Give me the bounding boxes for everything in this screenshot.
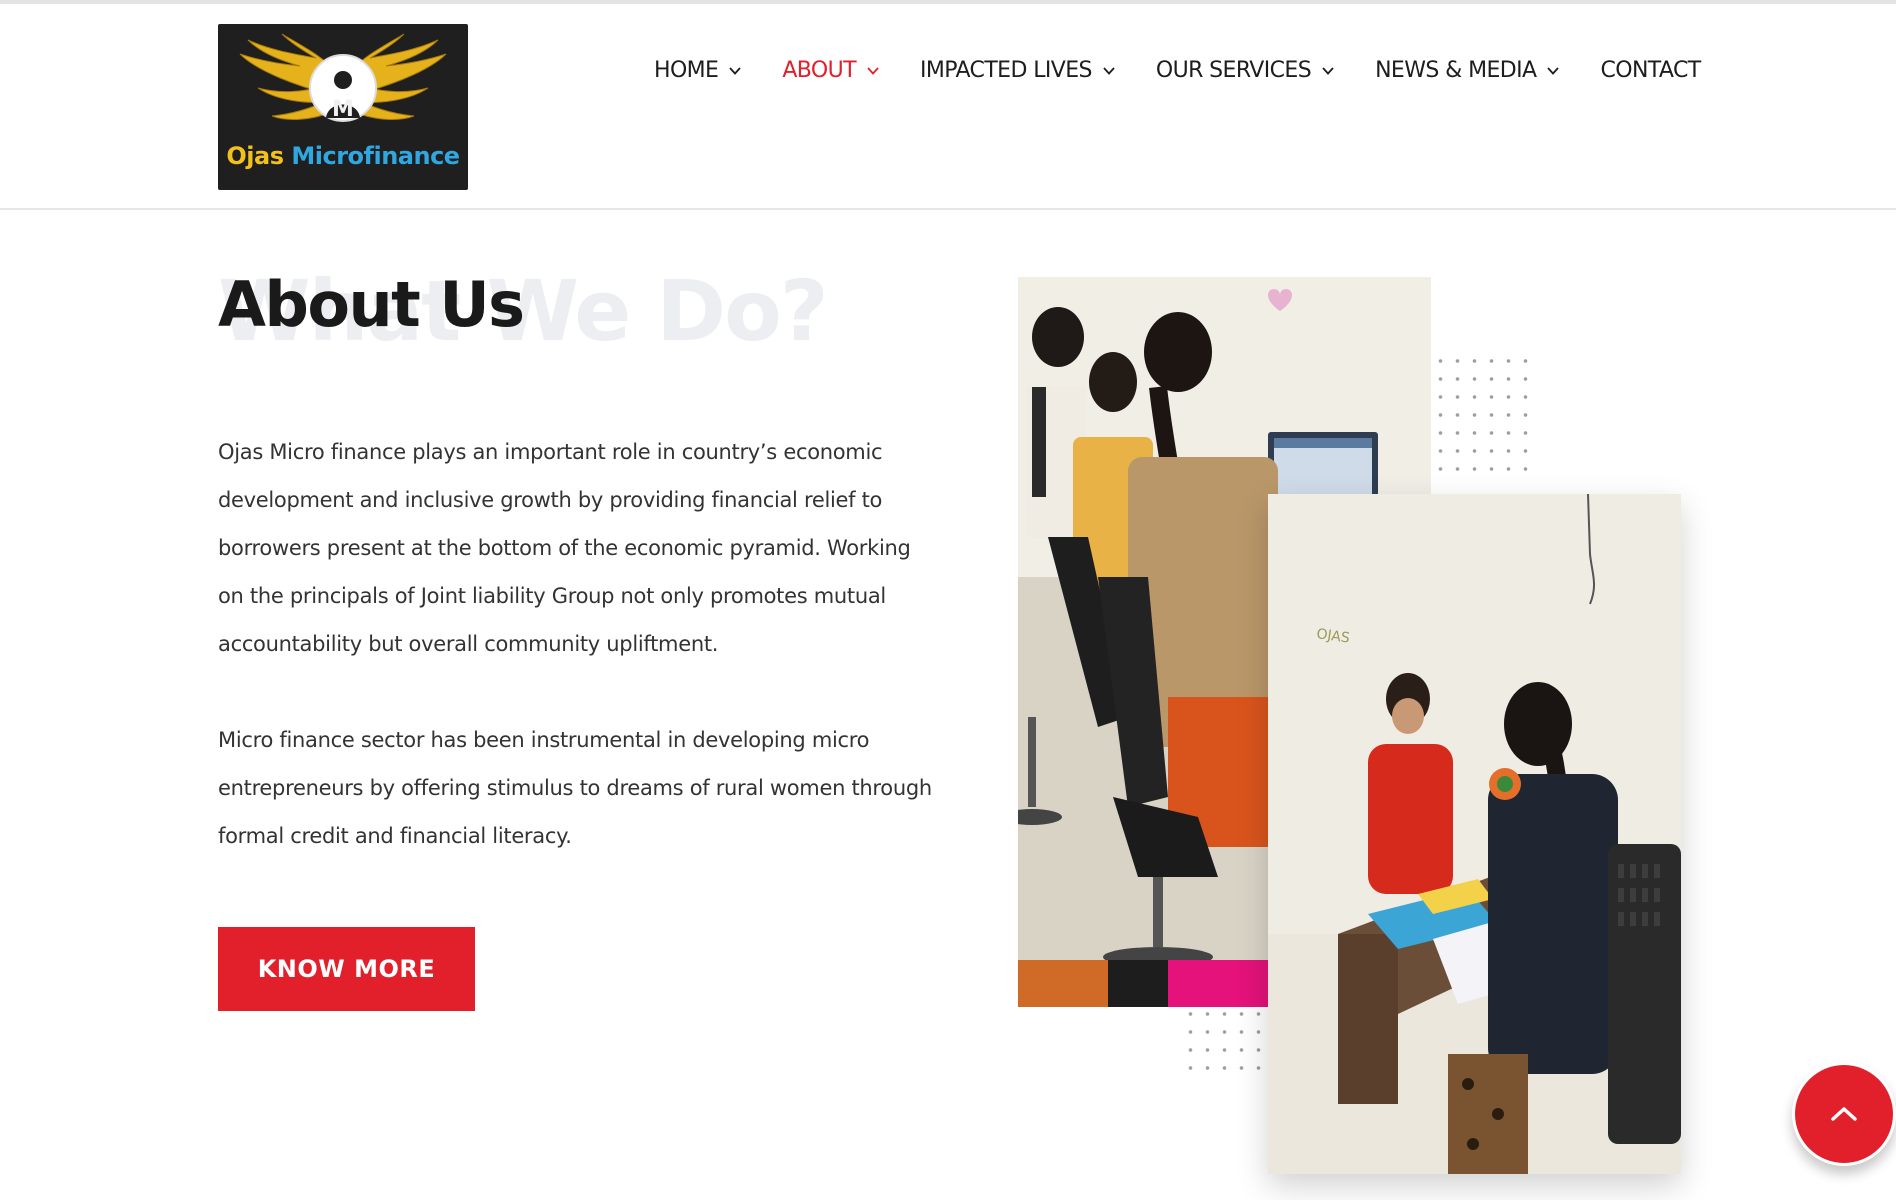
chevron-up-icon — [1831, 1107, 1857, 1121]
nav-label-about: ABOUT — [782, 58, 856, 83]
nav-label-news-media: NEWS & MEDIA — [1375, 58, 1537, 83]
main-nav: HOME ABOUT IMPACTED LIVES OUR SERVICES N… — [654, 58, 1701, 83]
scroll-to-top-button[interactable] — [1792, 1062, 1896, 1166]
chevron-down-icon — [1546, 64, 1560, 78]
nav-item-our-services[interactable]: OUR SERVICES — [1156, 58, 1335, 83]
nav-label-impacted-lives: IMPACTED LIVES — [919, 58, 1092, 83]
about-paragraph-1: Ojas Micro finance plays an important ro… — [218, 440, 911, 656]
consultation-photo: OJAS — [1268, 494, 1681, 1174]
chevron-down-icon — [866, 64, 880, 78]
nav-item-news-media[interactable]: NEWS & MEDIA — [1375, 58, 1560, 83]
decorative-dot-grid — [1432, 352, 1532, 482]
chevron-down-icon — [1321, 64, 1335, 78]
chevron-down-icon — [728, 64, 742, 78]
about-paragraph-2: Micro finance sector has been instrument… — [218, 728, 932, 848]
logo-wordmark: Ojas Microfinance — [218, 142, 468, 170]
chevron-down-icon — [1102, 64, 1116, 78]
nav-item-about[interactable]: ABOUT — [782, 58, 880, 83]
nav-item-contact[interactable]: CONTACT — [1600, 58, 1701, 83]
site-header: M Ojas Microfinance HOME ABOUT IMPACTED … — [0, 4, 1896, 210]
logo-word-ojas: Ojas — [226, 142, 284, 170]
nav-label-home: HOME — [654, 58, 719, 83]
know-more-button[interactable]: KNOW MORE — [218, 927, 475, 1011]
logo-word-microfinance: Microfinance — [291, 142, 460, 170]
site-logo[interactable]: M Ojas Microfinance — [218, 24, 468, 190]
nav-item-home[interactable]: HOME — [654, 58, 742, 83]
decorative-dot-grid — [1182, 1005, 1262, 1083]
page-title: About Us — [218, 268, 525, 341]
svg-text:M: M — [332, 97, 354, 122]
nav-label-contact: CONTACT — [1600, 58, 1701, 83]
nav-label-our-services: OUR SERVICES — [1155, 58, 1312, 83]
nav-item-impacted-lives[interactable]: IMPACTED LIVES — [920, 58, 1116, 83]
